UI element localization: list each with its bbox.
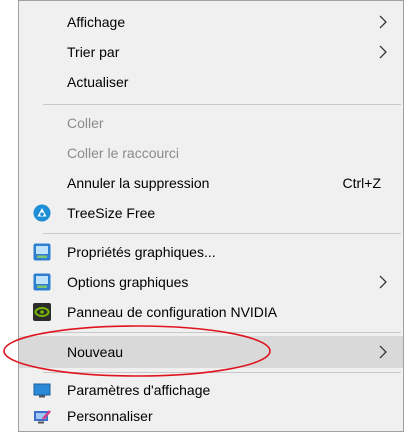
chevron-right-icon: [379, 345, 387, 359]
menu-item-label: Coller le raccourci: [67, 145, 180, 161]
menu-item-coller: Coller: [19, 108, 403, 138]
chevron-right-icon: [379, 45, 387, 59]
menu-item-shortcut: Ctrl+Z: [342, 175, 382, 191]
chevron-right-icon: [379, 275, 387, 289]
menu-item-label: Nouveau: [67, 344, 124, 360]
menu-item-label: Coller: [67, 115, 104, 131]
menu-item-nouveau[interactable]: Nouveau: [19, 336, 403, 368]
intel-graphics-icon: [33, 273, 51, 291]
personalize-icon: [34, 410, 51, 424]
menu-item-coller-raccourci: Coller le raccourci: [19, 138, 403, 168]
menu-item-label: TreeSize Free: [67, 205, 156, 221]
intel-graphics-icon: [33, 243, 51, 261]
menu-item-personnaliser[interactable]: Personnaliser: [19, 401, 403, 431]
menu-item-label: Options graphiques: [67, 274, 189, 290]
menu-item-label: Personnaliser: [67, 408, 153, 424]
chevron-right-icon: [379, 15, 387, 29]
treesize-icon: [33, 204, 51, 222]
nvidia-icon: [33, 303, 51, 321]
menu-item-label: Paramètres d'affichage: [67, 382, 211, 398]
menu-separator: [43, 104, 401, 105]
menu-item-label: Affichage: [67, 14, 126, 30]
menu-item-affichage[interactable]: Affichage: [19, 7, 403, 37]
menu-item-proprietes-graphiques[interactable]: Propriétés graphiques...: [19, 237, 403, 267]
menu-item-nvidia[interactable]: Panneau de configuration NVIDIA: [19, 297, 403, 327]
menu-item-label: Panneau de configuration NVIDIA: [67, 304, 278, 320]
menu-item-label: Trier par: [67, 44, 120, 60]
menu-separator: [43, 332, 401, 333]
menu-separator: [43, 372, 401, 373]
menu-item-label: Actualiser: [67, 74, 129, 90]
display-icon: [33, 383, 51, 398]
menu-item-options-graphiques[interactable]: Options graphiques: [19, 267, 403, 297]
desktop-context-menu: Affichage Trier par Actualiser Coller Co…: [18, 0, 404, 432]
menu-item-actualiser[interactable]: Actualiser: [19, 67, 403, 97]
menu-item-label: Propriétés graphiques...: [67, 244, 216, 260]
menu-separator: [43, 233, 401, 234]
menu-item-trier-par[interactable]: Trier par: [19, 37, 403, 67]
menu-item-label: Annuler la suppression: [67, 175, 210, 191]
menu-item-annuler-suppression[interactable]: Annuler la suppression Ctrl+Z: [19, 168, 403, 198]
menu-item-treesize[interactable]: TreeSize Free: [19, 198, 403, 228]
